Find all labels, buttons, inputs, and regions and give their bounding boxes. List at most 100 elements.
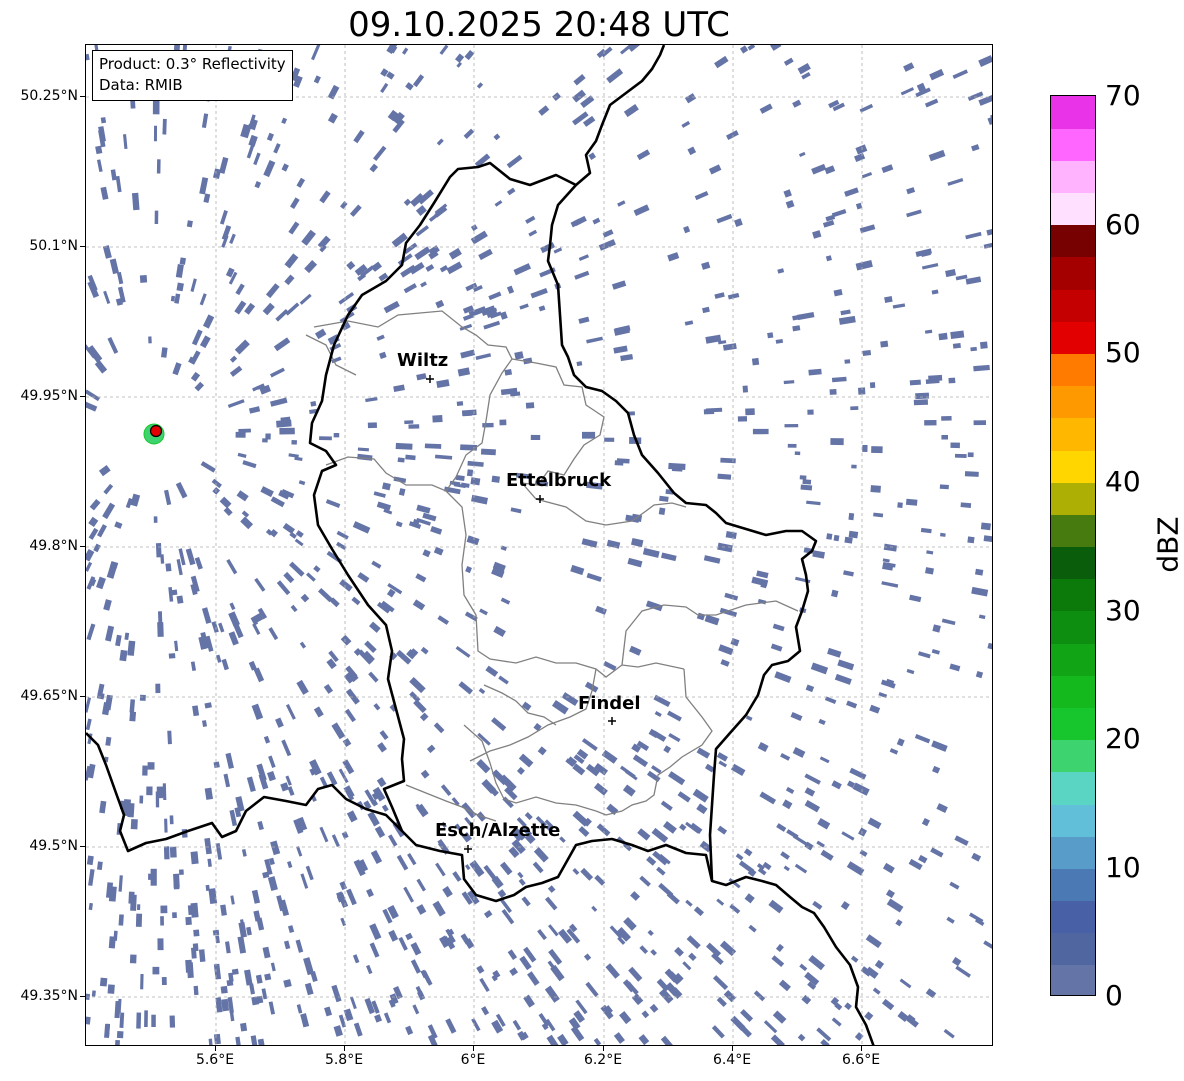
echo-cell [799,475,807,480]
y-tick-label: 49.35°N [20,988,78,1004]
echo-cell [251,996,260,1006]
echo-cell [220,985,228,994]
echo-cell [960,502,972,508]
echo-cell [747,45,756,51]
echo-cell [285,704,296,720]
echo-cell [812,900,823,910]
echo-cell [265,433,271,440]
echo-cell [162,118,167,135]
echo-cell [383,1012,392,1024]
echo-cell [752,428,769,435]
echo-cell [185,916,192,926]
echo-cell [99,800,107,814]
echo-cell [221,998,230,1012]
echo-cell [530,434,541,441]
echo-cell [269,528,278,538]
echo-cell [176,595,184,604]
colorbar-segment [1051,321,1095,355]
x-tick-label: 6.6°E [841,1052,881,1068]
echo-cell [884,296,893,303]
echo-cell [483,320,501,330]
echo-cell [416,373,427,381]
echo-cell [263,735,271,744]
echo-cell [148,336,152,344]
city-label-esch: Esch/Alzette [435,820,561,841]
echo-cell [517,871,524,879]
echo-cell [119,1012,125,1028]
echo-cell [185,548,196,566]
echo-cell [284,253,299,269]
echo-cell [928,149,946,162]
echo-cell [925,567,934,575]
echo-cell [476,759,491,774]
colorbar-label: 10 [1105,851,1141,884]
echo-cell [460,349,476,359]
echo-cell [613,345,628,354]
echo-cell [639,945,649,955]
echo-cell [306,572,316,582]
echo-cell [723,989,737,1003]
echo-cell [712,975,729,990]
echo-cell [240,516,254,530]
echo-cell [660,552,677,562]
echo-cell [326,771,338,786]
echo-cell [115,634,122,647]
echo-cell [899,978,912,989]
echo-cell [130,819,138,830]
echo-cell [163,846,170,860]
echo-cell [122,134,128,150]
echo-cell [436,138,444,146]
echo-cell [596,823,611,837]
colorbar-unit: dBZ [1151,516,1184,573]
echo-cell [287,925,295,933]
echo-cell [227,399,245,409]
echo-cell [139,694,146,701]
echo-cell [844,1002,852,1011]
echo-cell [208,1038,213,1045]
echo-cell [301,229,316,246]
echo-cell [716,213,733,224]
echo-cell [204,787,214,800]
echo-cell [98,465,111,477]
echo-cell [629,645,642,656]
echo-cell [524,812,533,821]
echo-cell [369,942,380,958]
echo-cell [201,113,209,129]
echo-cell [262,946,271,959]
echo-cell [573,74,586,86]
echo-cell [932,765,941,774]
radar-map[interactable] [85,44,993,1046]
echo-cell [886,898,904,913]
echo-cell [954,835,969,846]
y-tick-label: 50.1°N [29,238,78,254]
echo-cell [512,1019,522,1031]
echo-cell [170,589,178,596]
echo-cell [826,533,833,540]
echo-cell [756,570,769,579]
echo-cell [772,1010,787,1024]
echo-cell [279,427,295,435]
echo-cell [641,1010,650,1019]
echo-cell [124,632,130,641]
echo-cell [284,274,295,286]
echo-cell [688,952,697,962]
echo-cell [201,607,212,624]
colorbar-segment [1051,675,1095,708]
echo-cell [193,929,200,937]
echo-cell [920,527,932,534]
echo-cell [980,522,991,531]
echo-cell [588,152,597,160]
echo-cell [499,861,513,876]
esch-marker [464,845,472,853]
echo-cell [523,994,535,1008]
echo-cell [499,419,507,426]
y-tick [80,96,85,97]
echo-cell [342,738,352,747]
echo-cell [500,597,511,605]
echo-cell [740,1009,754,1022]
echo-cell [947,178,964,186]
echo-cell [717,473,732,480]
colorbar-segment [1051,417,1095,451]
echo-cell [146,786,153,796]
echo-cell [527,971,540,986]
